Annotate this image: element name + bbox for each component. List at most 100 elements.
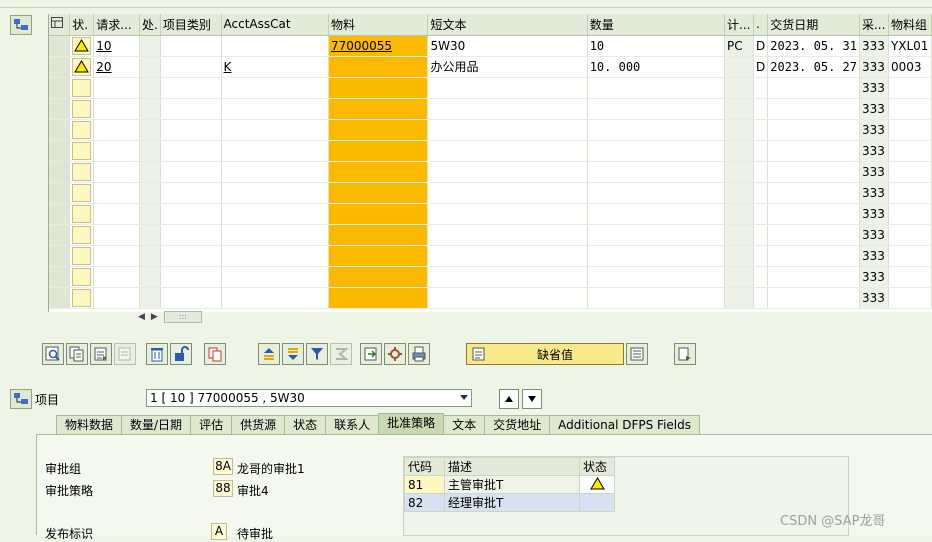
release-indicator-field[interactable]: A (211, 523, 227, 540)
d-cell[interactable] (753, 77, 769, 99)
unit-cell[interactable] (724, 245, 755, 267)
table-row[interactable]: 333 (49, 119, 932, 141)
row-selector[interactable] (49, 245, 71, 267)
quantity-cell[interactable] (587, 77, 726, 99)
unit-cell[interactable] (724, 182, 755, 204)
tab-2[interactable]: 评估 (190, 415, 233, 435)
delivery-date-cell[interactable] (767, 203, 860, 225)
item-detail-expand-button[interactable] (10, 389, 32, 409)
acct-ass-cat-cell[interactable] (221, 245, 329, 267)
table-row[interactable]: 20 K 办公用品 10. 000 D 2023. 05. 27 333 0003 (49, 56, 932, 78)
quantity-cell[interactable] (587, 287, 726, 309)
quantity-cell[interactable] (587, 161, 726, 183)
purch-group-cell[interactable]: 333 (859, 266, 889, 288)
scroll-left-icon[interactable]: ◀ (138, 312, 145, 322)
material-cell[interactable] (328, 224, 429, 246)
quantity-cell[interactable] (587, 266, 726, 288)
req-item-cell[interactable] (93, 224, 141, 246)
d-cell[interactable]: D (753, 35, 769, 57)
d-cell[interactable] (753, 245, 769, 267)
purch-group-cell[interactable]: 333 (859, 203, 889, 225)
quantity-cell[interactable]: 10 (587, 35, 726, 57)
material-group-cell[interactable] (888, 203, 932, 225)
status-cell[interactable] (69, 245, 95, 267)
acct-ass-cat-cell[interactable] (221, 287, 329, 309)
subtotal-button[interactable] (330, 343, 352, 365)
status-cell[interactable] (69, 35, 95, 57)
delivery-date-cell[interactable] (767, 266, 860, 288)
material-cell[interactable] (328, 266, 429, 288)
table-row[interactable]: 10 77000055 5W30 10 PC D 2023. 05. 31 333 YXL01 (49, 35, 932, 57)
item-category-cell[interactable] (160, 140, 222, 162)
column-header-short-text[interactable]: 短文本 (427, 14, 588, 36)
item-category-cell[interactable] (160, 161, 222, 183)
material-group-cell[interactable]: 0003 (888, 56, 932, 78)
unit-cell[interactable] (724, 287, 755, 309)
column-header-acct-ass-cat[interactable]: AcctAssCat (221, 14, 329, 36)
quantity-cell[interactable] (587, 182, 726, 204)
column-header-material-group[interactable]: 物料组 (888, 14, 932, 36)
column-header-status[interactable]: 状. (69, 14, 95, 36)
item-category-cell[interactable] (160, 119, 222, 141)
next-item-button[interactable] (522, 389, 542, 409)
req-item-cell[interactable] (93, 119, 141, 141)
acct-ass-cat-cell[interactable] (221, 35, 329, 57)
short-text-cell[interactable] (427, 161, 588, 183)
material-cell[interactable]: 77000055 (328, 35, 429, 57)
table-row[interactable]: 333 (49, 77, 932, 99)
item-category-cell[interactable] (160, 266, 222, 288)
material-group-cell[interactable] (888, 266, 932, 288)
item-category-cell[interactable] (160, 56, 222, 78)
delivery-date-cell[interactable] (767, 98, 860, 120)
more-functions-button[interactable] (674, 343, 696, 365)
unit-cell[interactable]: PC (724, 35, 755, 57)
material-cell[interactable] (328, 77, 429, 99)
acct-ass-cat-cell[interactable]: K (221, 56, 329, 78)
material-group-cell[interactable] (888, 98, 932, 120)
unit-cell[interactable] (724, 161, 755, 183)
tab-0[interactable]: 物料数据 (56, 415, 123, 435)
purch-group-cell[interactable]: 333 (859, 287, 889, 309)
tab-5[interactable]: 联系人 (325, 415, 380, 435)
unit-cell[interactable] (724, 266, 755, 288)
purch-group-cell[interactable]: 333 (859, 140, 889, 162)
column-header-material[interactable]: 物料 (328, 14, 429, 36)
item-category-cell[interactable] (160, 245, 222, 267)
material-cell[interactable] (328, 182, 429, 204)
settings-button[interactable] (384, 343, 406, 365)
unit-cell[interactable] (724, 203, 755, 225)
purch-group-cell[interactable]: 333 (859, 56, 889, 78)
approval-row[interactable]: 82 经理审批T (404, 493, 615, 512)
table-row[interactable]: 333 (49, 140, 932, 162)
status-cell[interactable] (69, 77, 95, 99)
quantity-cell[interactable] (587, 140, 726, 162)
tab-3[interactable]: 供货源 (231, 415, 286, 435)
tab-8[interactable]: 交货地址 (484, 415, 551, 435)
sort-desc-button[interactable] (282, 343, 304, 365)
row-selector[interactable] (49, 140, 71, 162)
scroll-thumb[interactable]: ::: (163, 311, 202, 323)
d-cell[interactable] (753, 98, 769, 120)
delivery-date-cell[interactable]: 2023. 05. 27 (767, 56, 860, 78)
unit-cell[interactable] (724, 119, 755, 141)
short-text-cell[interactable]: 办公用品 (427, 56, 588, 78)
purch-group-cell[interactable]: 333 (859, 182, 889, 204)
tab-7[interactable]: 文本 (443, 415, 486, 435)
unit-cell[interactable] (724, 56, 755, 78)
material-group-cell[interactable]: YXL01 (888, 35, 932, 57)
req-item-cell[interactable] (93, 161, 141, 183)
purch-group-cell[interactable]: 333 (859, 161, 889, 183)
short-text-cell[interactable] (427, 245, 588, 267)
acct-ass-cat-cell[interactable] (221, 140, 329, 162)
table-row[interactable]: 333 (49, 287, 932, 309)
row-selector[interactable] (49, 98, 71, 120)
short-text-cell[interactable] (427, 203, 588, 225)
column-header-purch-group[interactable]: 采... (859, 14, 889, 36)
material-cell[interactable] (328, 245, 429, 267)
short-text-cell[interactable] (427, 98, 588, 120)
table-row[interactable]: 333 (49, 266, 932, 288)
purch-group-cell[interactable]: 333 (859, 245, 889, 267)
purch-group-cell[interactable]: 333 (859, 77, 889, 99)
column-header-item-category[interactable]: 项目类别 (160, 14, 222, 36)
column-header-unit[interactable]: 计... (724, 14, 755, 36)
